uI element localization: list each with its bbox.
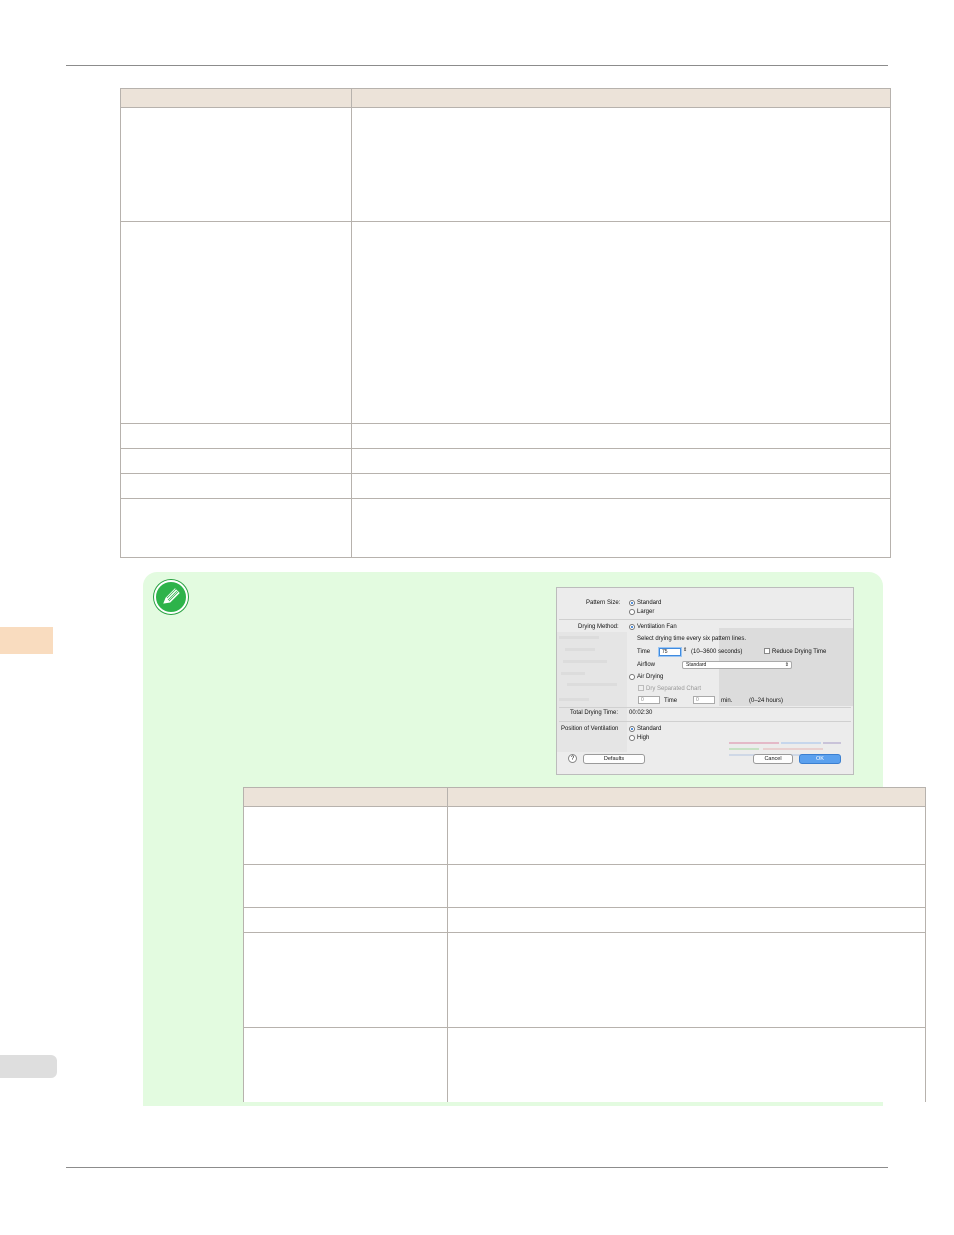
table-header-row [243,787,926,807]
table-cell [120,498,352,558]
table-cell [120,473,352,499]
hours-range-text: (0–24 hours) [749,698,784,704]
table-header-cell [120,88,352,108]
table-cell [447,806,926,865]
table-row [120,473,891,499]
header-rule [66,65,888,66]
airflow-value: Standard [686,662,707,668]
air-drying-label: Air Drying [637,674,664,680]
table-cell [351,423,891,449]
chapter-side-tab[interactable] [0,627,53,654]
table-cell [243,932,448,1028]
dry-separated-chart-checkbox[interactable] [638,685,644,691]
table-cell [447,932,926,1028]
dialog-separator [559,721,851,722]
table-header-cell [447,787,926,807]
dry-separated-chart-label: Dry Separated Chart [646,686,702,692]
ghost-sidebar-line [559,636,599,639]
table-cell [351,107,891,222]
time-range-text: (10–3600 seconds) [691,649,743,655]
ghost-sidebar-line [565,648,595,651]
air-hours-input[interactable]: 0 [638,696,660,704]
table-row [120,498,891,558]
ghost-sidebar-line [567,683,617,686]
position-standard-radio[interactable] [629,726,635,732]
table-row [120,423,891,449]
note-table [243,787,926,1102]
airflow-select[interactable]: Standard ⇕ [682,661,792,669]
pattern-larger-label: Larger [637,609,655,615]
ghost-sidebar-line [563,660,607,663]
table-header-row [120,88,891,108]
position-high-label: High [637,735,650,741]
total-drying-time-label: Total Drying Time: [570,710,619,716]
table-cell [243,1027,448,1102]
time-label: Time [637,649,651,655]
help-button[interactable]: ? [568,754,577,763]
settings-table [120,88,891,558]
table-cell [120,423,352,449]
pattern-standard-radio[interactable] [629,600,635,606]
table-row [243,806,926,865]
table-cell [351,448,891,474]
ok-button[interactable]: OK [799,754,841,764]
select-drying-text: Select drying time every six pattern lin… [637,636,747,642]
position-standard-label: Standard [637,726,662,732]
table-row [120,221,891,424]
drying-settings-dialog-screenshot: Pattern Size: Standard Larger Drying Met… [556,587,854,775]
table-cell [351,473,891,499]
reduce-drying-time-label: Reduce Drying Time [772,649,827,655]
position-ventilation-label: Position of Ventilation [561,726,619,732]
table-row [243,932,926,1028]
table-cell [447,1027,926,1102]
table-cell [243,907,448,933]
table-cell [243,864,448,908]
reduce-drying-time-checkbox[interactable] [764,648,770,654]
table-row [243,864,926,908]
dialog-separator [559,707,851,708]
pattern-larger-radio[interactable] [629,609,635,615]
dialog-separator [559,619,851,620]
defaults-button[interactable]: Defaults [583,754,645,764]
air-drying-radio[interactable] [629,674,635,680]
drying-method-label: Drying Method: [578,624,619,630]
table-cell [351,221,891,424]
footer-rule [66,1167,888,1168]
table-row [120,448,891,474]
air-minutes-input[interactable]: 0 [693,696,715,704]
table-row [243,1027,926,1102]
cancel-button[interactable]: Cancel [753,754,793,764]
table-cell [120,448,352,474]
ghost-sidebar-line [561,672,585,675]
position-high-radio[interactable] [629,735,635,741]
page-side-tab[interactable] [0,1055,57,1078]
table-header-cell [243,787,448,807]
min-label: min. [721,698,733,704]
airflow-label: Airflow [637,662,656,668]
chevron-down-icon: ⇕ [784,662,789,668]
table-cell [120,107,352,222]
air-time-label: Time [664,698,678,704]
pencil-icon [154,580,188,614]
table-cell [447,864,926,908]
pattern-standard-label: Standard [637,600,662,606]
table-row [120,107,891,222]
total-drying-time-value: 00:02:30 [629,710,653,716]
pattern-size-label: Pattern Size: [586,600,621,606]
table-cell [351,498,891,558]
drying-time-input[interactable]: 75 [659,648,681,656]
ventilation-fan-radio[interactable] [629,624,635,630]
table-cell [243,806,448,865]
stepper-icon[interactable]: ⇕ [683,647,687,653]
table-cell [447,907,926,933]
table-header-cell [351,88,891,108]
ventilation-fan-label: Ventilation Fan [637,624,677,630]
table-row [243,907,926,933]
table-cell [120,221,352,424]
ghost-sidebar-line [559,698,589,701]
